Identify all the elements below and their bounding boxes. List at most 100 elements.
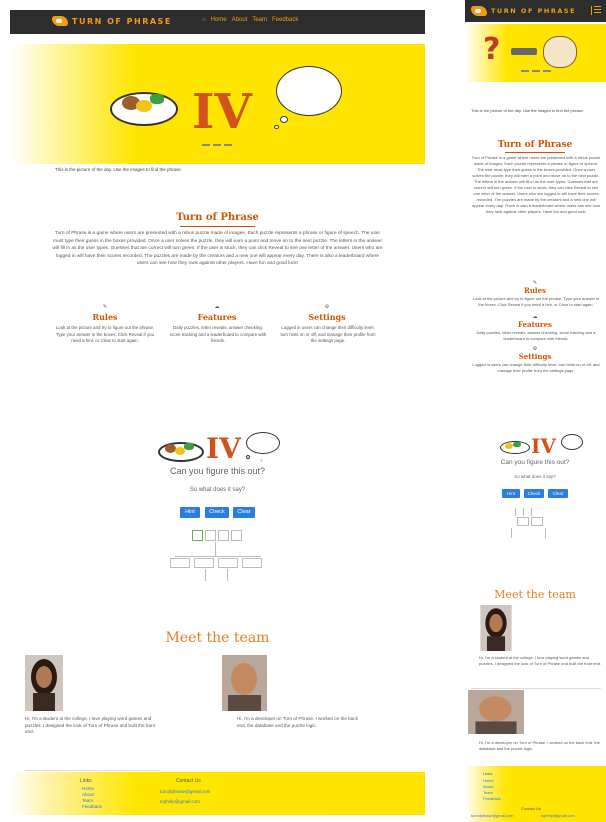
settings-text: Logged in users can change their difficu… (472, 362, 600, 373)
game-question: Can you figure this out? (500, 459, 570, 466)
hint-button[interactable]: Hint (502, 489, 520, 498)
food-greens-image (184, 443, 194, 450)
thought-dot (274, 125, 279, 129)
check-button[interactable]: Check (205, 507, 229, 518)
rules-title: Rules (92, 312, 118, 322)
hero-caption: This is the picture of the day. Use the … (55, 167, 182, 172)
footer-link-feedback[interactable]: Feedback (483, 796, 501, 801)
food-rice-image (505, 443, 513, 449)
grid-connector (215, 542, 216, 556)
footer-email-2[interactable]: tophelp@gmail.com (160, 799, 200, 804)
answer-word-box[interactable] (242, 558, 262, 568)
brand-name: TURN OF PHRASE (491, 7, 577, 15)
clear-button[interactable]: Clear (548, 489, 568, 498)
team-member-1-avatar (25, 655, 63, 711)
features-title: Features (197, 312, 237, 322)
thought-dot (280, 116, 288, 123)
divider (471, 688, 601, 689)
grid-connector (531, 508, 532, 516)
thought-dot (246, 455, 250, 459)
thought-bubble-image (561, 434, 583, 450)
food-greens-image (513, 442, 521, 447)
grid-connector (227, 569, 228, 581)
footer-link-about[interactable]: About (82, 792, 94, 797)
carousel-indicators[interactable] (521, 70, 551, 72)
answer-word-box[interactable] (531, 517, 543, 526)
navbar: TURN OF PHRASE ⌂ Home About Team Feedbac… (10, 10, 425, 34)
footer-link-about[interactable]: About (483, 784, 493, 789)
title-underline (180, 226, 255, 227)
rules-text: Look at the picture and try to figure ou… (472, 296, 600, 307)
team-member-1-avatar (480, 605, 512, 651)
team-member-1-bio: Hi, I'm a student at the college. I love… (479, 655, 602, 666)
footer-link-feedback[interactable]: Feedback (82, 804, 102, 809)
team-title: Meet the team (165, 630, 270, 646)
footer: Links Home About Team Feedback Contact U… (10, 772, 425, 815)
footer-email-1[interactable]: turnofphrase@gmail.com (160, 789, 210, 794)
footer-link-team[interactable]: Team (82, 798, 93, 803)
mobile-hero-carousel[interactable]: ? (465, 24, 606, 82)
brand-name: TURN OF PHRASE (72, 16, 172, 26)
carousel-indicators[interactable] (202, 144, 232, 146)
hamburger-menu-icon[interactable] (591, 6, 601, 15)
home-icon[interactable]: ⌂ (202, 17, 206, 23)
brand-logo[interactable]: TURN OF PHRASE (52, 16, 172, 26)
features-title: Features (518, 320, 552, 329)
speech-bubble-logo-icon (471, 6, 487, 16)
team-title: Meet the team (494, 588, 576, 601)
about-title: Turn of Phrase (176, 212, 259, 223)
thought-bubble-image (276, 66, 342, 116)
nav-links: ⌂ Home About Team Feedback (202, 17, 298, 23)
about-title: Turn of Phrase (497, 140, 573, 150)
game-question: Can you figure this out? (169, 466, 266, 476)
grid-connector (175, 556, 261, 557)
hint-button[interactable]: Hint (180, 507, 200, 518)
grid-connector (515, 508, 516, 516)
answer-letter-box[interactable] (192, 530, 203, 541)
footer-email-1[interactable]: turnofphrase@gmail.com (471, 814, 513, 818)
answer-letter-box[interactable] (231, 530, 242, 541)
footer-contact-title: Contact Us (176, 778, 201, 784)
answer-word-box[interactable] (517, 517, 529, 526)
nav-link-team[interactable]: Team (252, 17, 267, 23)
settings-icon: ⚙ (324, 304, 330, 310)
nav-link-about[interactable]: About (232, 17, 248, 23)
answer-letter-box[interactable] (218, 530, 229, 541)
grid-connector (205, 569, 206, 581)
hero-caption: This is the picture of the day. Use the … (471, 108, 584, 113)
rules-title: Rules (524, 286, 546, 295)
about-paragraph: Turn of Phrase is a game where users are… (52, 231, 383, 266)
footer: Links Home About Team Feedback Contact U… (465, 766, 606, 822)
clear-button[interactable]: Clear (233, 507, 255, 518)
nav-link-feedback[interactable]: Feedback (272, 17, 298, 23)
footer-link-home[interactable]: Home (82, 786, 94, 791)
bubble-label: ? (260, 458, 263, 463)
grid-connector (523, 508, 524, 516)
team-member-1-bio: Hi, I'm a student at the college. I love… (25, 716, 155, 734)
team-member-2-bio: Hi, I'm a developer on Turn of Phrase. I… (237, 716, 358, 728)
footer-link-home[interactable]: Home (483, 778, 494, 783)
food-greens-image (150, 94, 164, 104)
brand-logo[interactable]: TURN OF PHRASE (471, 6, 576, 16)
nav-link-home[interactable]: Home (211, 17, 227, 23)
gun-image (511, 48, 537, 55)
answer-word-box[interactable] (218, 558, 238, 568)
team-member-2-avatar (468, 690, 524, 734)
footer-link-team[interactable]: Team (483, 790, 493, 795)
rules-icon: ✎ (102, 304, 108, 310)
mobile-navbar: TURN OF PHRASE (465, 0, 606, 22)
answer-letter-box[interactable] (205, 530, 216, 541)
roman-numeral-image: IV (531, 434, 556, 458)
rules-text: Look at the picture and try to figure ou… (55, 325, 155, 343)
grid-connector (511, 528, 512, 538)
title-underline (505, 152, 565, 153)
answer-word-box[interactable] (170, 558, 190, 568)
answer-word-box[interactable] (194, 558, 214, 568)
footer-email-2[interactable]: tophelp@gmail.com (541, 814, 575, 818)
roman-numeral-image: IV (206, 432, 241, 465)
game-prompt: So what does it say? (189, 487, 246, 493)
hero-carousel[interactable]: IV (10, 44, 425, 164)
features-text: Daily puzzles, letter reveals, answer ch… (476, 330, 596, 341)
settings-title: Settings (308, 312, 346, 322)
check-button[interactable]: Check (524, 489, 544, 498)
